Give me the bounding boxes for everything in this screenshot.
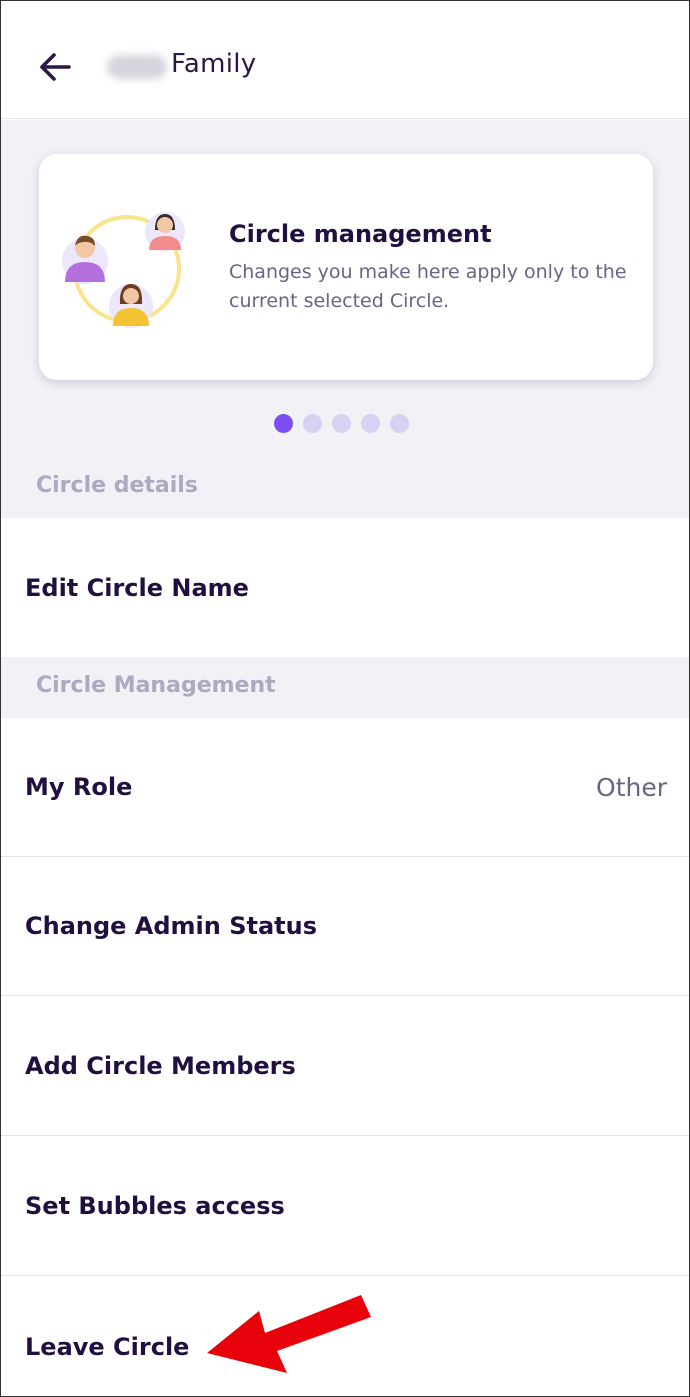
page-title: Family (171, 49, 257, 79)
card-description: Changes you make here apply only to the … (229, 261, 627, 312)
my-role-row[interactable]: My Role Other (1, 718, 689, 857)
row-label: Add Circle Members (25, 1052, 296, 1080)
circle-settings-screen: Family Circle management Changes you mak… (0, 0, 690, 1397)
page-dot-4[interactable] (361, 414, 380, 433)
page-dot-2[interactable] (303, 414, 322, 433)
row-label: Change Admin Status (25, 912, 318, 940)
red-arrow-annotation-icon (207, 1295, 371, 1373)
top-app-bar: Family (1, 1, 689, 119)
page-dot-1[interactable] (274, 414, 293, 433)
row-label: Leave Circle (25, 1332, 190, 1361)
page-dot-5[interactable] (390, 414, 409, 433)
info-card[interactable]: Circle management Changes you make here … (39, 154, 653, 380)
blurred-circle-name (107, 55, 167, 79)
change-admin-status-row[interactable]: Change Admin Status (1, 857, 689, 996)
back-button[interactable] (35, 47, 75, 87)
card-title: Circle management (229, 220, 492, 248)
row-label: Set Bubbles access (25, 1192, 285, 1220)
arrow-left-icon (40, 53, 71, 81)
page-dot-3[interactable] (332, 414, 351, 433)
circle-members-illustration (62, 212, 185, 328)
edit-circle-name-row[interactable]: Edit Circle Name (1, 518, 689, 657)
add-circle-members-row[interactable]: Add Circle Members (1, 997, 689, 1136)
role-value: Other (596, 772, 667, 802)
section-header-circle-details: Circle details (36, 473, 198, 498)
carousel-page-indicator (274, 414, 409, 433)
row-label: My Role (25, 773, 133, 801)
set-bubbles-access-row[interactable]: Set Bubbles access (1, 1137, 689, 1276)
section-header-circle-management: Circle Management (36, 673, 276, 698)
row-label: Edit Circle Name (25, 573, 249, 602)
